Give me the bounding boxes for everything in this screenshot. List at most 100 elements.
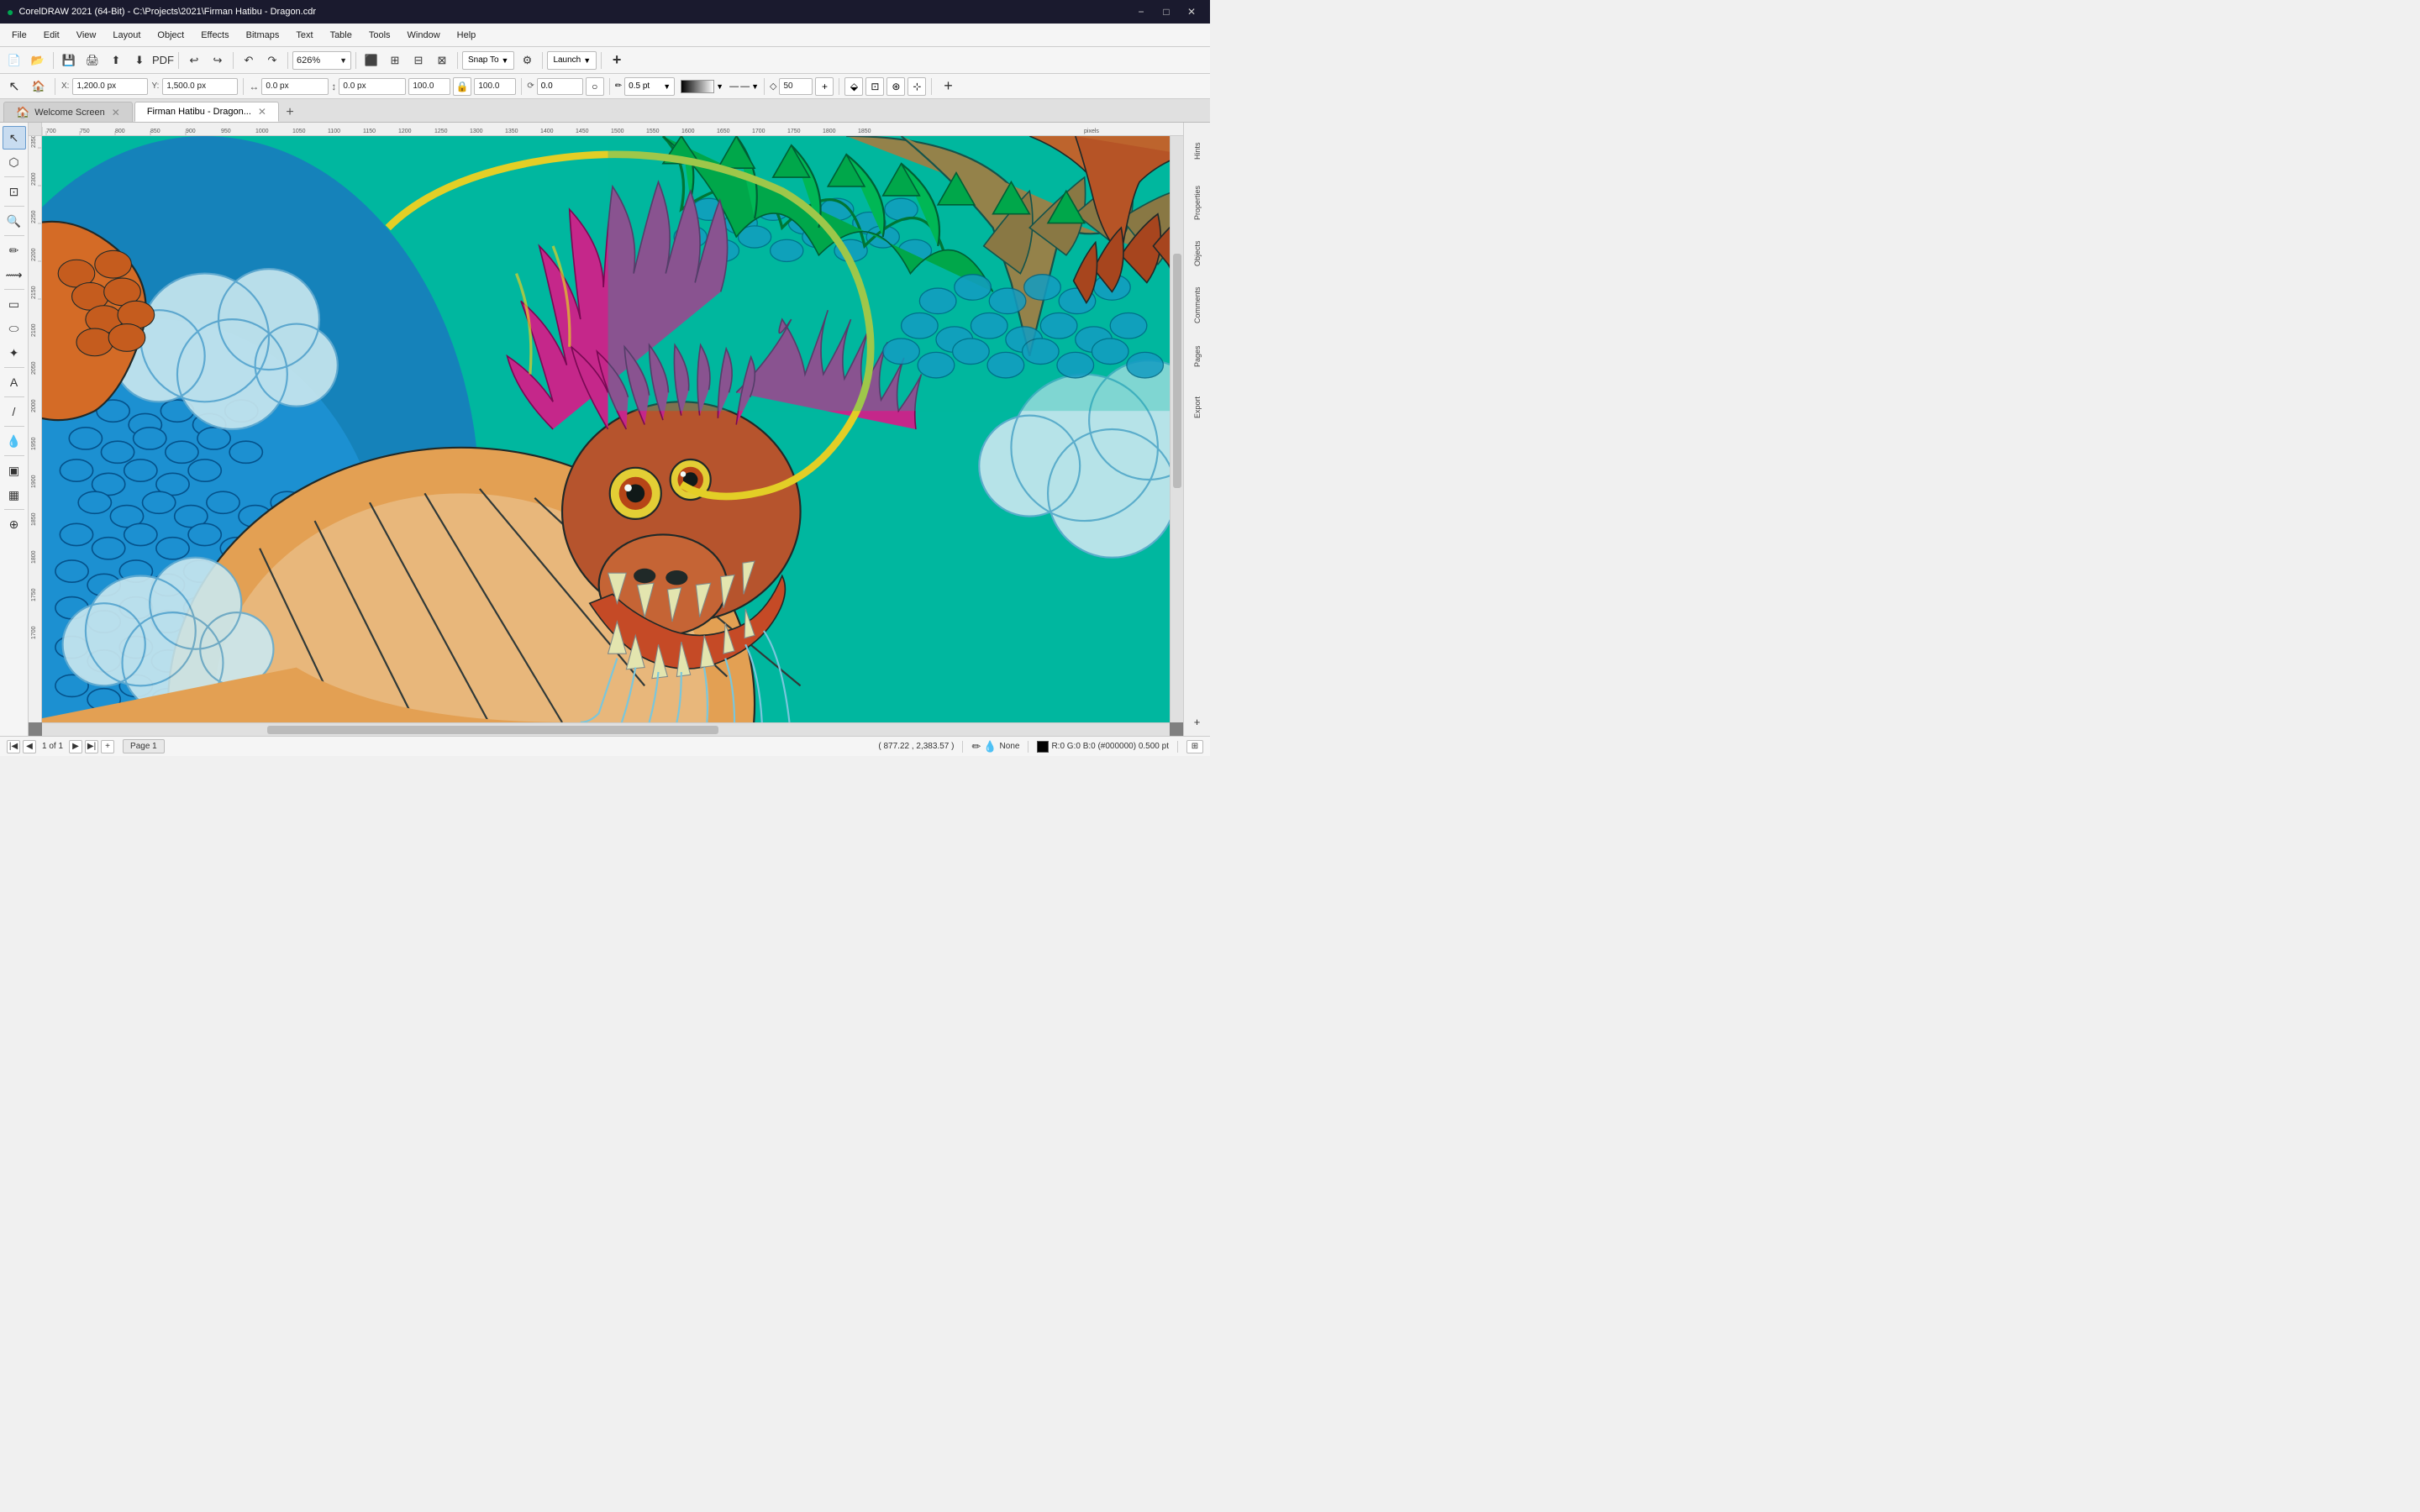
nib-plus-button[interactable]: + [815,77,834,96]
menu-table[interactable]: Table [322,27,360,44]
page-prev-button[interactable]: ◀ [23,740,36,753]
menu-help[interactable]: Help [449,27,485,44]
scale-strokes-button[interactable]: ⊡ [865,77,884,96]
node-count-button[interactable]: ⊹ [908,77,926,96]
tool-dimension[interactable]: / [3,400,26,423]
overprint-button[interactable]: ⊛ [886,77,905,96]
svg-text:1300: 1300 [470,129,483,134]
outline-gradient-arrow[interactable]: ▼ [716,82,723,91]
tool-smart[interactable]: ⟿ [3,263,26,286]
tool-crop[interactable]: ⊡ [3,180,26,203]
launch-button[interactable]: Launch ▼ [547,51,597,70]
redo-button[interactable]: ↪ [207,50,229,71]
menu-effects[interactable]: Effects [192,27,237,44]
tool-text[interactable]: A [3,370,26,394]
y-input[interactable]: 1,500.0 px [162,78,238,95]
sep4 [287,52,288,69]
restore-button[interactable]: □ [1155,3,1178,21]
tool-node[interactable]: ⬡ [3,150,26,174]
panel-pages[interactable]: Pages [1186,331,1209,381]
page-last-button[interactable]: ▶| [85,740,98,753]
zoom-arrow[interactable]: ▼ [339,56,347,65]
nib-size-input[interactable]: 50 [779,78,813,95]
add-panel-button[interactable]: + [606,50,628,71]
menu-view[interactable]: View [68,27,105,44]
outline-input[interactable]: 0.5 pt ▼ [624,77,675,96]
width-percent-input[interactable]: 100.0 [408,78,450,95]
tab-dragon[interactable]: Firman Hatibu - Dragon... ✕ [134,102,279,122]
export-button[interactable]: ⬇ [129,50,150,71]
panel-comments[interactable]: Comments [1186,280,1209,330]
menu-object[interactable]: Object [149,27,192,44]
add-custom-button[interactable]: + [937,76,959,97]
open-button[interactable]: 📂 [27,50,49,71]
save-button[interactable]: 💾 [58,50,80,71]
panel-expand-button[interactable]: + [1186,711,1208,732]
x-input[interactable]: 1,200.0 px [72,78,148,95]
horizontal-scrollbar[interactable] [42,722,1170,736]
tool-zoom[interactable]: 🔍 [3,209,26,233]
vertical-scrollbar[interactable] [1170,136,1183,722]
page-first-button[interactable]: |◀ [7,740,20,753]
rotation-reset-button[interactable]: ○ [586,77,604,96]
menu-window[interactable]: Window [399,27,449,44]
new-button[interactable]: 📄 [3,50,25,71]
tab-welcome-close[interactable]: ✕ [112,107,120,118]
hscroll-thumb[interactable] [267,726,718,734]
snap-to-button[interactable]: Snap To ▼ [462,51,514,70]
menu-file[interactable]: File [3,27,35,44]
panel-export[interactable]: Export [1186,382,1209,433]
zoom-input[interactable]: 626% ▼ [292,51,351,70]
page-label[interactable]: Page 1 [123,739,165,753]
panel-objects[interactable]: Objects [1186,228,1209,279]
outline-arrow[interactable]: ▼ [663,82,671,91]
tool-outline[interactable]: ▣ [3,459,26,482]
behind-fill-button[interactable]: ⬙ [844,77,863,96]
lock-ratio-button[interactable]: 🔒 [453,77,471,96]
tool-freehand[interactable]: ✏ [3,239,26,262]
pdf-button[interactable]: PDF [152,50,174,71]
import-button[interactable]: ⬆ [105,50,127,71]
tool-polygon[interactable]: ✦ [3,341,26,365]
menu-layout[interactable]: Layout [104,27,149,44]
angle-input[interactable]: 0.0 [537,78,583,95]
menu-tools[interactable]: Tools [360,27,399,44]
dash-arrow[interactable]: ▼ [751,82,759,91]
tool-sep3 [4,235,24,236]
zoom-fit-button[interactable]: ⊞ [1186,740,1203,753]
svg-text:1350: 1350 [505,129,518,134]
tab-add-button[interactable]: + [281,103,299,122]
snap-settings-button[interactable]: ⚙ [516,50,538,71]
print-button[interactable]: 🖨 [82,50,103,71]
menu-bitmaps[interactable]: Bitmaps [238,27,288,44]
canvas-area[interactable]: 700 750 800 850 900 950 1000 1050 1100 1… [29,123,1183,736]
close-button[interactable]: ✕ [1180,3,1203,21]
tab-welcome[interactable]: 🏠 Welcome Screen ✕ [3,102,133,122]
redo2-button[interactable]: ↷ [261,50,283,71]
tool-ellipse[interactable]: ⬭ [3,317,26,340]
minimize-button[interactable]: − [1129,3,1153,21]
menu-edit[interactable]: Edit [35,27,68,44]
height-input[interactable]: 0.0 px [339,78,406,95]
width-input[interactable]: 0.0 px [261,78,329,95]
menu-text[interactable]: Text [287,27,321,44]
undo-button[interactable]: ↩ [183,50,205,71]
vscroll-thumb[interactable] [1173,254,1181,488]
tool-fill[interactable]: ▦ [3,483,26,507]
page-next-button[interactable]: ▶ [69,740,82,753]
canvas-content[interactable] [42,136,1183,722]
full-screen-button[interactable]: ⬛ [360,50,382,71]
undo2-button[interactable]: ↶ [238,50,260,71]
tool-rect[interactable]: ▭ [3,292,26,316]
enhanced-view-button[interactable]: ⊟ [408,50,429,71]
wireframe-button[interactable]: ⊠ [431,50,453,71]
panel-properties[interactable]: Properties [1186,177,1209,228]
panel-hints[interactable]: Hints [1186,126,1209,176]
tab-dragon-close[interactable]: ✕ [258,106,266,118]
tool-select[interactable]: ↖ [3,126,26,150]
tool-eyedrop[interactable]: 💧 [3,429,26,453]
normal-view-button[interactable]: ⊞ [384,50,406,71]
tool-interactive[interactable]: ⊕ [3,512,26,536]
page-add-button[interactable]: + [101,740,114,753]
height-percent-input[interactable]: 100.0 [474,78,516,95]
